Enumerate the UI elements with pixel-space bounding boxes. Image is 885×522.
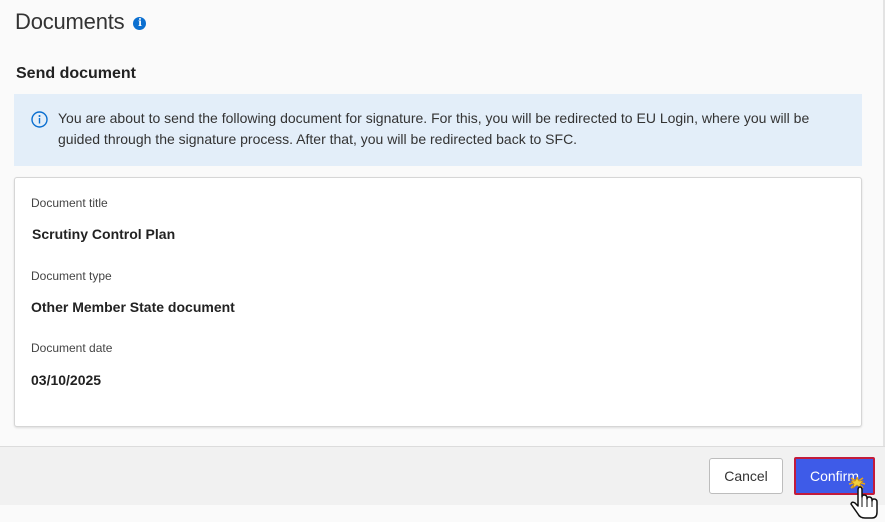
alert-message: You are about to send the following docu…	[58, 110, 810, 147]
page-header: Documents i	[15, 9, 147, 35]
info-icon[interactable]: i	[133, 16, 147, 30]
document-details-card: Document title Scrutiny Control Plan Doc…	[14, 177, 862, 427]
document-title-value: Scrutiny Control Plan	[32, 226, 176, 242]
send-document-dialog: Documents i Send document You are about …	[0, 0, 885, 522]
info-alert: You are about to send the following docu…	[14, 94, 862, 166]
info-circle-icon	[31, 111, 48, 128]
cancel-button[interactable]: Cancel	[709, 458, 783, 494]
hand-pointer-cursor-icon	[848, 477, 878, 519]
document-title-label: Document title	[31, 196, 108, 210]
section-title: Send document	[16, 65, 137, 82]
document-type-value: Other Member State document	[31, 299, 235, 315]
page-title: Documents	[15, 9, 125, 34]
document-date-label: Document date	[31, 341, 113, 355]
document-type-label: Document type	[31, 269, 112, 283]
document-date-value: 03/10/2025	[31, 372, 102, 388]
